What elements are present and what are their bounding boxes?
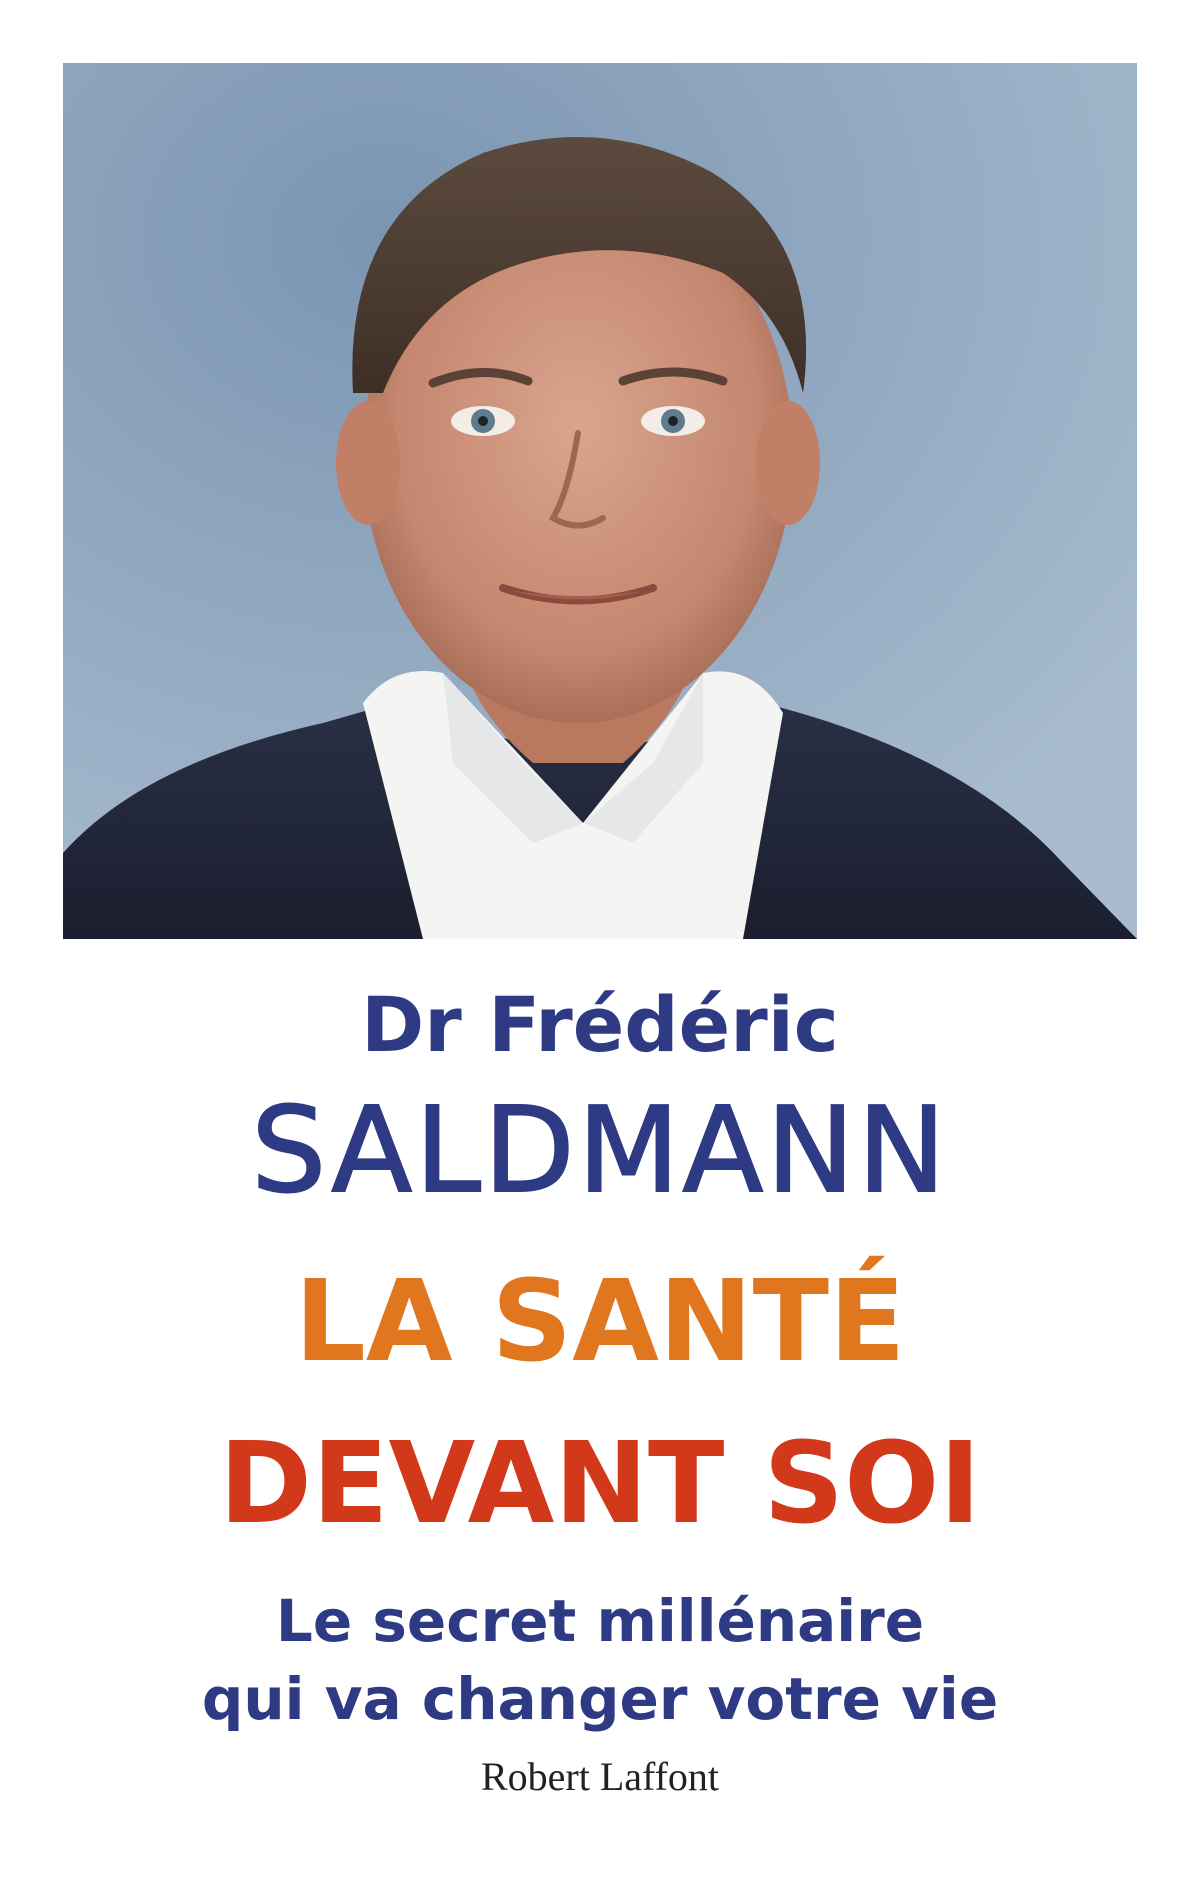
book-subtitle-line-1: Le secret millénaire xyxy=(275,1587,925,1655)
author-portrait-photo xyxy=(63,63,1137,939)
portrait-illustration xyxy=(63,63,1137,939)
author-first-name: Dr Frédéric xyxy=(361,980,839,1069)
book-cover: Dr Frédéric SALDMANN LA SANTÉ DEVANT SOI… xyxy=(0,0,1200,1882)
book-subtitle-line-2: qui va changer votre vie xyxy=(201,1665,999,1733)
book-title-line-2: DEVANT SOI xyxy=(219,1419,981,1549)
book-title-line-1: LA SANTÉ xyxy=(294,1257,906,1387)
author-last-name: SALDMANN xyxy=(250,1081,949,1219)
publisher-name: Robert Laffont xyxy=(480,1754,720,1799)
